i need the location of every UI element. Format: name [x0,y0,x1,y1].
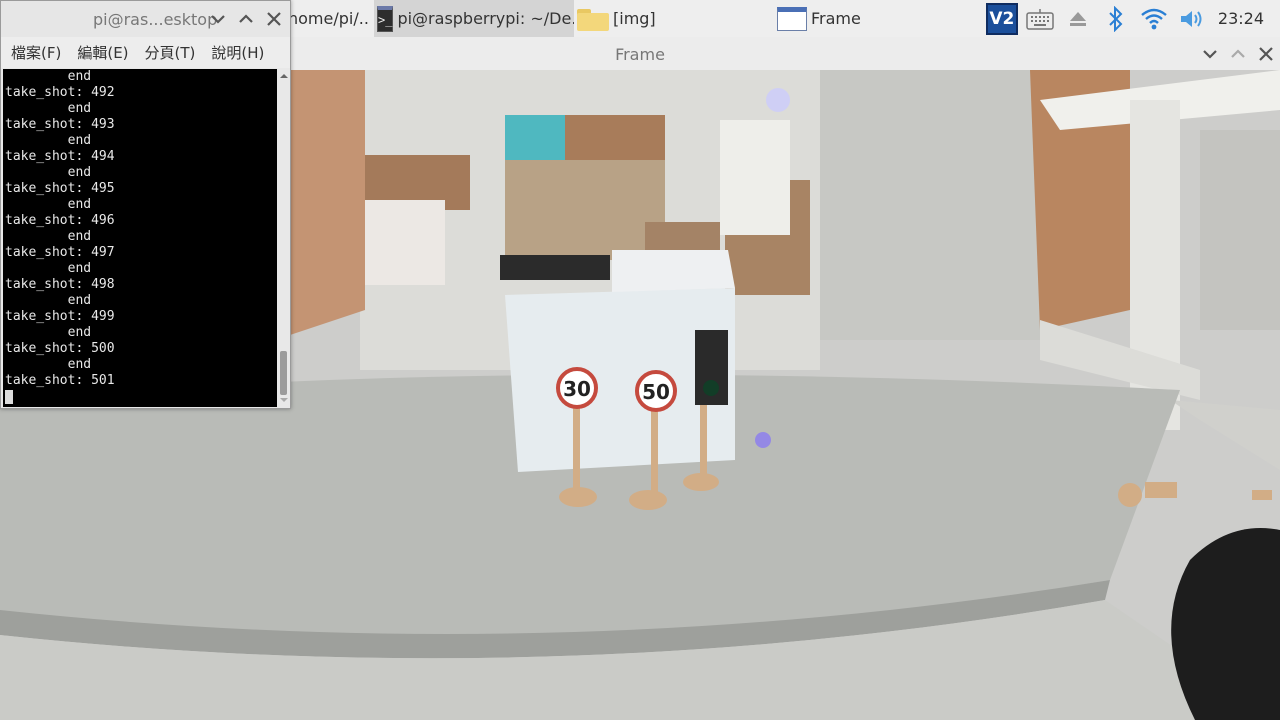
terminal-line: take_shot: 497 [5,245,115,260]
terminal-output[interactable]: end take_shot: 492 end take_shot: 493 en… [3,69,277,407]
terminal-icon: >_ [377,5,394,32]
close-icon [1259,47,1273,61]
window-icon [777,6,807,31]
maximize-button[interactable] [1227,43,1249,65]
taskbar-item-label: Frame [811,9,861,28]
speed-sign-30: 30 [563,377,591,401]
menu-tabs[interactable]: 分頁(T) [145,42,196,63]
terminal-line: take_shot: 500 [5,341,115,356]
folder-icon [577,7,609,31]
volume-icon[interactable] [1176,3,1208,35]
chevron-up-icon [239,14,253,23]
minimize-button[interactable] [207,8,229,30]
terminal-line: end [5,133,92,148]
minimize-button[interactable] [1199,43,1221,65]
taskbar-item-label: pi@raspberrypi: ~/De... [397,9,574,28]
terminal-line: end [5,229,92,244]
close-icon [267,12,281,26]
menu-edit[interactable]: 編輯(E) [77,42,128,63]
terminal-window[interactable]: pi@ras...esktop 檔案(F) 編輯(E) 分頁(T) 說明(H) … [0,0,291,409]
taskbar-item-img-folder[interactable]: [img] [577,0,767,37]
text-cursor [5,389,13,404]
terminal-line: end [5,197,92,212]
terminal-line: end [5,69,92,84]
keyboard-icon[interactable] [1024,3,1056,35]
terminal-title: pi@ras...esktop [93,10,218,29]
terminal-line: take_shot: 493 [5,117,115,132]
terminal-line: end [5,357,92,372]
terminal-prompt [3,389,277,405]
taskbar-item-label: home/pi/... [288,9,370,28]
bluetooth-icon[interactable] [1100,3,1132,35]
chevron-up-icon [1231,49,1245,58]
terminal-line: end [5,293,92,308]
system-tray: V2 23:24 [985,0,1280,37]
close-button[interactable] [263,8,285,30]
terminal-line: take_shot: 499 [5,309,115,324]
scroll-up-icon [280,74,288,78]
close-button[interactable] [1255,43,1277,65]
taskbar-item-file-manager-home[interactable]: home/pi/... [288,0,370,37]
wifi-icon[interactable] [1138,3,1170,35]
terminal-line: take_shot: 494 [5,149,115,164]
clock[interactable]: 23:24 [1218,9,1264,28]
terminal-line: take_shot: 496 [5,213,115,228]
terminal-line: end [5,165,92,180]
terminal-menubar: 檔案(F) 編輯(E) 分頁(T) 說明(H) [1,37,290,68]
terminal-line: take_shot: 495 [5,181,115,196]
terminal-line: end [5,261,92,276]
terminal-line: take_shot: 501 [5,373,115,388]
speed-sign-50: 50 [642,380,670,404]
eject-icon[interactable] [1062,3,1094,35]
vnc-icon[interactable]: V2 [985,2,1018,35]
maximize-button[interactable] [235,8,257,30]
taskbar-item-terminal[interactable]: >_ pi@raspberrypi: ~/De... [374,0,574,37]
menu-file[interactable]: 檔案(F) [11,42,61,63]
terminal-line: end [5,101,92,116]
taskbar-item-label: [img] [613,9,656,28]
taskbar-item-frame[interactable]: Frame [777,0,967,37]
chevron-down-icon [211,15,225,24]
terminal-titlebar[interactable]: pi@ras...esktop [1,1,290,37]
chevron-down-icon [1203,50,1217,59]
terminal-scrollbar[interactable] [278,69,290,407]
scrollbar-thumb[interactable] [280,351,287,395]
menu-help[interactable]: 說明(H) [211,42,264,63]
terminal-line: end [5,325,92,340]
scroll-down-icon [280,398,288,402]
terminal-line: take_shot: 492 [5,85,115,100]
terminal-line: take_shot: 498 [5,277,115,292]
